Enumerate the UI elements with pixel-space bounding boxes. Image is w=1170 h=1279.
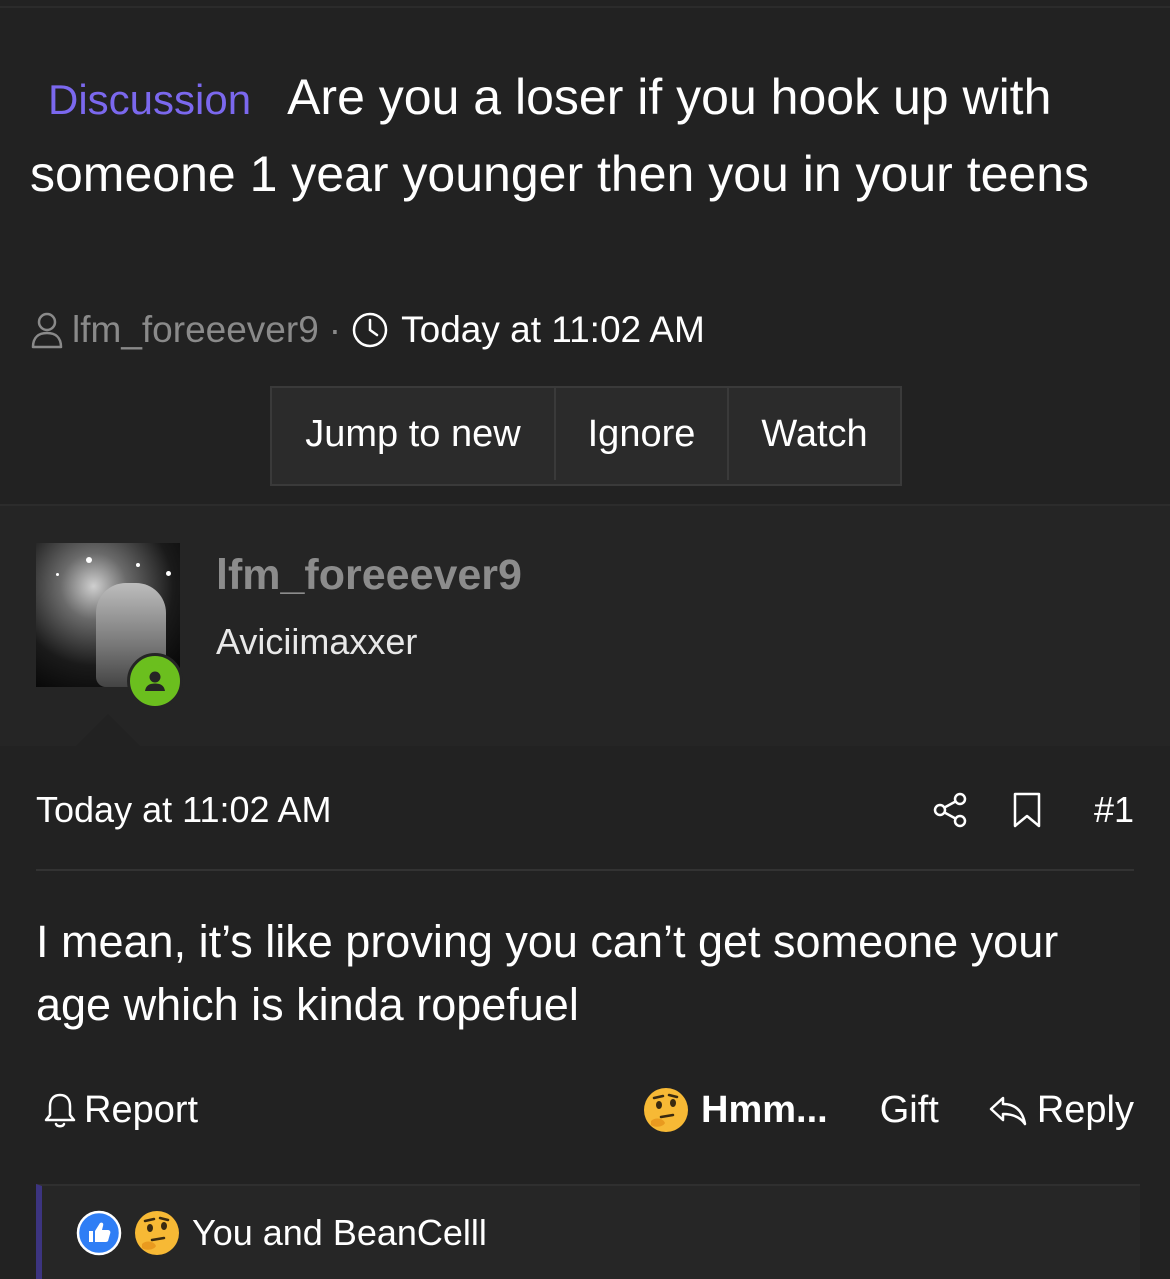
user-icon bbox=[31, 312, 63, 349]
post-footer-actions: Report Hmm... Gift Reply bbox=[36, 1084, 1134, 1136]
watch-button[interactable]: Watch bbox=[727, 388, 900, 480]
thinking-face-emoji-icon bbox=[135, 1210, 179, 1255]
thread-button-group: Jump to new Ignore Watch bbox=[270, 386, 902, 486]
thread-date[interactable]: Today at 11:02 AM bbox=[401, 309, 705, 351]
jump-to-new-button[interactable]: Jump to new bbox=[272, 388, 554, 480]
thread-prefix[interactable]: Discussion bbox=[48, 76, 251, 123]
reaction-label: Hmm... bbox=[701, 1088, 828, 1131]
report-button[interactable]: Report bbox=[36, 1089, 198, 1132]
reply-label: Reply bbox=[1036, 1088, 1134, 1131]
post-actions: #1 bbox=[932, 789, 1134, 831]
post-user-block: lfm_foreeever9 Aviciimaxxer bbox=[0, 506, 1170, 748]
thread-title: Discussion Are you a loser if you hook up… bbox=[30, 60, 1140, 212]
reply-icon bbox=[989, 1096, 1027, 1126]
like-icon bbox=[76, 1210, 122, 1255]
post-date[interactable]: Today at 11:02 AM bbox=[36, 789, 332, 831]
post-number[interactable]: #1 bbox=[1094, 789, 1134, 831]
reacted-by-text[interactable]: You and BeanCelll bbox=[192, 1212, 487, 1254]
gift-button[interactable]: Gift bbox=[880, 1089, 939, 1132]
ignore-button[interactable]: Ignore bbox=[554, 388, 727, 480]
share-icon[interactable] bbox=[932, 791, 968, 829]
post-meta: Today at 11:02 AM #1 bbox=[36, 788, 1134, 832]
post-body: I mean, it’s like proving you can’t get … bbox=[36, 916, 1059, 1030]
online-status-badge bbox=[127, 653, 183, 709]
thread-header: Discussion Are you a loser if you hook up… bbox=[0, 8, 1170, 504]
meta-separator: · bbox=[328, 309, 342, 350]
user-title: Aviciimaxxer bbox=[216, 621, 418, 662]
post-username[interactable]: lfm_foreeever9 bbox=[216, 551, 522, 600]
report-label: Report bbox=[84, 1088, 199, 1131]
bell-icon bbox=[44, 1093, 76, 1128]
reactions-bar[interactable]: You and BeanCelll bbox=[36, 1184, 1140, 1279]
thinking-face-emoji-icon bbox=[644, 1088, 689, 1132]
post-divider bbox=[36, 869, 1134, 871]
user-status-icon bbox=[139, 665, 171, 697]
reaction-button[interactable]: Hmm... bbox=[643, 1087, 828, 1133]
reply-button[interactable]: Reply bbox=[987, 1089, 1134, 1132]
message-pointer bbox=[74, 714, 142, 748]
clock-icon bbox=[352, 312, 388, 348]
post-right-actions: Hmm... Gift Reply bbox=[643, 1087, 1134, 1133]
thread-author[interactable]: lfm_foreeever9 bbox=[72, 309, 319, 351]
bookmark-icon[interactable] bbox=[1012, 792, 1042, 828]
thread-meta: lfm_foreeever9 · Today at 11:02 AM bbox=[30, 308, 705, 352]
